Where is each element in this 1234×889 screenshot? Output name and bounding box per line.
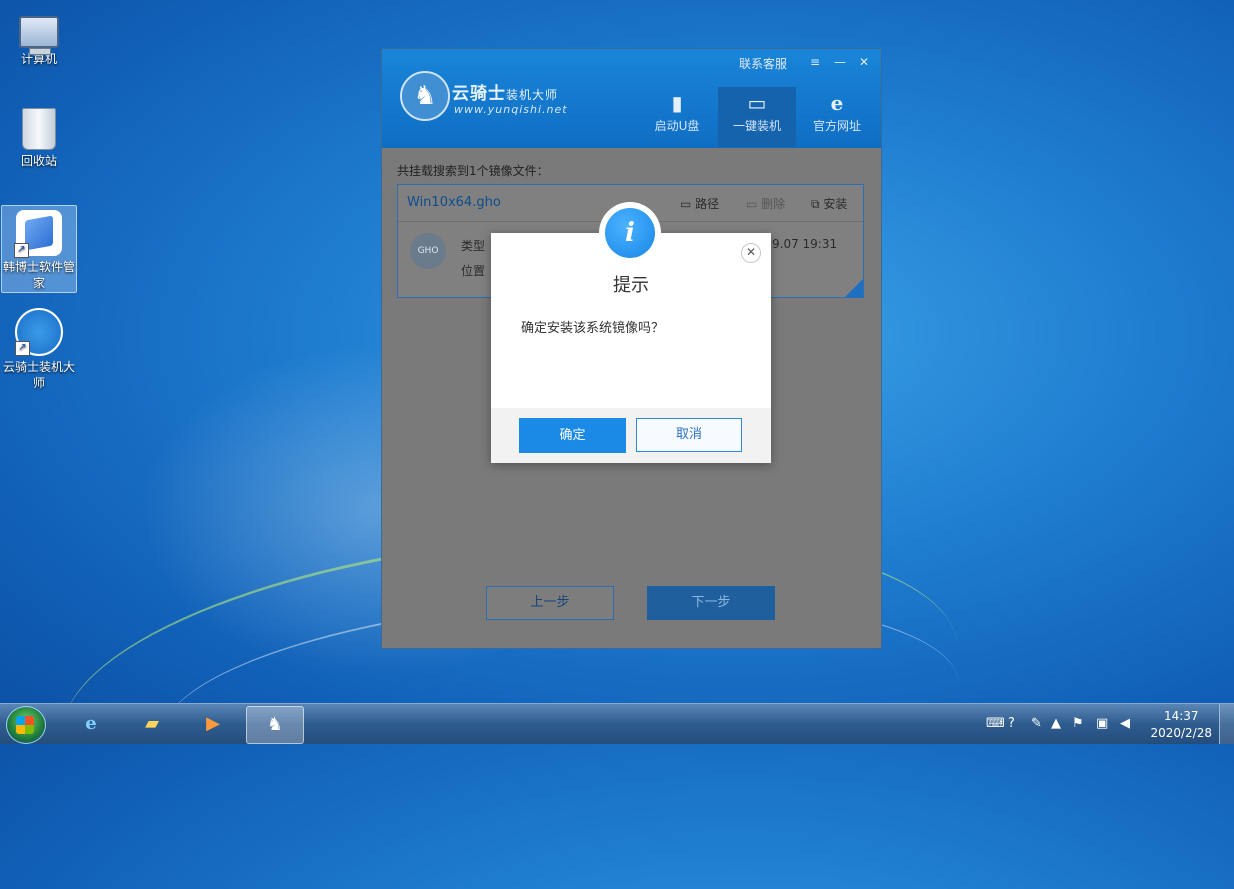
image-date: 9.07 19:31 — [772, 237, 838, 251]
desktop-icon-hanboshi[interactable]: ↗ 韩博士软件管家 — [1, 205, 77, 293]
dialog-message: 确定安装该系统镜像吗？ — [521, 321, 665, 336]
info-icon: i — [605, 208, 655, 258]
cancel-button[interactable]: 取消 — [636, 418, 742, 452]
tab-official-site[interactable]: e 官方网址 — [798, 87, 876, 147]
copy-icon: ⧉ — [811, 197, 820, 211]
shortcut-arrow-icon: ↗ — [15, 341, 30, 356]
desktop-icon-label: 回收站 — [20, 154, 57, 168]
action-center-flag-icon[interactable]: ⚑ — [1072, 716, 1084, 731]
shortcut-arrow-icon: ↗ — [14, 243, 29, 258]
desktop-icon-label: 韩博士软件管家 — [2, 260, 75, 290]
folder-icon: ▰ — [145, 713, 159, 734]
location-label: 位置 — [461, 264, 486, 278]
start-button[interactable] — [6, 706, 46, 744]
app-url: www.yunqishi.net — [454, 103, 568, 116]
taskbar-explorer-button[interactable]: ▰ — [124, 706, 180, 742]
dialog-footer: 确定 取消 — [491, 408, 771, 463]
info-icon-ring: i — [599, 202, 661, 264]
clock-date: 2020/2/28 — [1150, 726, 1212, 740]
previous-step-button[interactable]: 上一步 — [486, 586, 614, 620]
knight-logo-icon: ♞ — [400, 71, 450, 121]
image-filename: Win10x64.gho — [407, 195, 501, 210]
found-images-label: 共挂载搜索到1个镜像文件： — [397, 164, 549, 178]
dialog-close-icon[interactable]: ✕ — [741, 243, 761, 263]
show-desktop-button[interactable] — [1219, 704, 1234, 744]
ie-icon: e — [85, 713, 97, 734]
menu-icon[interactable]: ≡ — [810, 55, 820, 69]
software-manager-icon: ↗ — [14, 210, 62, 258]
media-player-icon: ▶ — [206, 713, 220, 734]
delete-button[interactable]: ▭ 删除 — [746, 195, 785, 212]
clock[interactable]: 14:37 2020/2/28 — [1150, 708, 1212, 742]
knight-logo-icon: ♞ — [266, 714, 284, 735]
delete-icon: ▭ — [746, 197, 758, 211]
desktop-icon-computer[interactable]: 计算机 — [2, 6, 76, 67]
tab-label: 一键装机 — [732, 119, 781, 133]
contact-service-button[interactable]: 联系客服 — [739, 55, 787, 72]
app-brand: 云骑士装机大师 — [452, 84, 559, 104]
taskbar-yunqishi-button[interactable]: ♞ — [246, 706, 304, 744]
type-label: 类型 — [461, 239, 486, 253]
desktop-icon-label: 云骑士装机大师 — [2, 360, 75, 390]
keyboard-icon[interactable]: ⌨ — [986, 716, 1005, 731]
desktop-icon-yunqishi[interactable]: ↗ 云骑士装机大师 — [2, 304, 76, 391]
ie-icon: e — [830, 91, 844, 115]
next-step-button[interactable]: 下一步 — [647, 586, 775, 620]
taskbar-ie-button[interactable]: e — [63, 706, 119, 742]
selected-check-icon — [845, 279, 863, 297]
usb-icon: ▮ — [671, 91, 683, 115]
gho-file-icon: GHO — [410, 233, 446, 269]
monitor-icon: ▭ — [747, 91, 767, 115]
confirm-button[interactable]: 确定 — [519, 418, 626, 453]
install-button[interactable]: ⧉ 安装 — [811, 195, 847, 212]
folder-icon: ▭ — [680, 197, 692, 211]
computer-icon — [19, 16, 59, 55]
show-hidden-icons-chevron-icon[interactable]: ▲ — [1051, 716, 1061, 731]
windows-logo-icon — [16, 716, 34, 734]
taskbar: e ▰ ▶ ♞ ⌨ ? ✎ ▲ ⚑ ▣ ◀ 14:37 2020/2/28 — [0, 703, 1234, 744]
app-header: ♞ 云骑士装机大师 www.yunqishi.net 联系客服 ≡ — ✕ ▮ … — [382, 49, 881, 148]
help-icon[interactable]: ? — [1008, 716, 1015, 731]
taskbar-media-player-button[interactable]: ▶ — [185, 706, 241, 742]
recycle-bin-icon — [22, 108, 56, 150]
knight-logo-icon: ↗ — [15, 308, 63, 356]
path-button[interactable]: ▭ 路径 — [680, 195, 719, 212]
tab-label: 官方网址 — [812, 119, 861, 133]
close-button[interactable]: ✕ — [859, 55, 869, 69]
volume-icon[interactable]: ◀ — [1120, 716, 1130, 731]
clock-time: 14:37 — [1163, 709, 1199, 723]
tab-usb-boot[interactable]: ▮ 启动U盘 — [638, 87, 716, 147]
network-icon[interactable]: ▣ — [1096, 716, 1108, 731]
tab-one-click-install[interactable]: ▭ 一键装机 — [718, 87, 796, 147]
confirm-dialog: i ✕ 提示 确定安装该系统镜像吗？ 确定 取消 — [491, 202, 771, 463]
dialog-title: 提示 — [613, 275, 649, 296]
tab-label: 启动U盘 — [654, 119, 700, 133]
minimize-button[interactable]: — — [834, 55, 846, 69]
pen-icon[interactable]: ✎ — [1031, 716, 1042, 731]
desktop-icon-recycle-bin[interactable]: 回收站 — [2, 104, 76, 169]
